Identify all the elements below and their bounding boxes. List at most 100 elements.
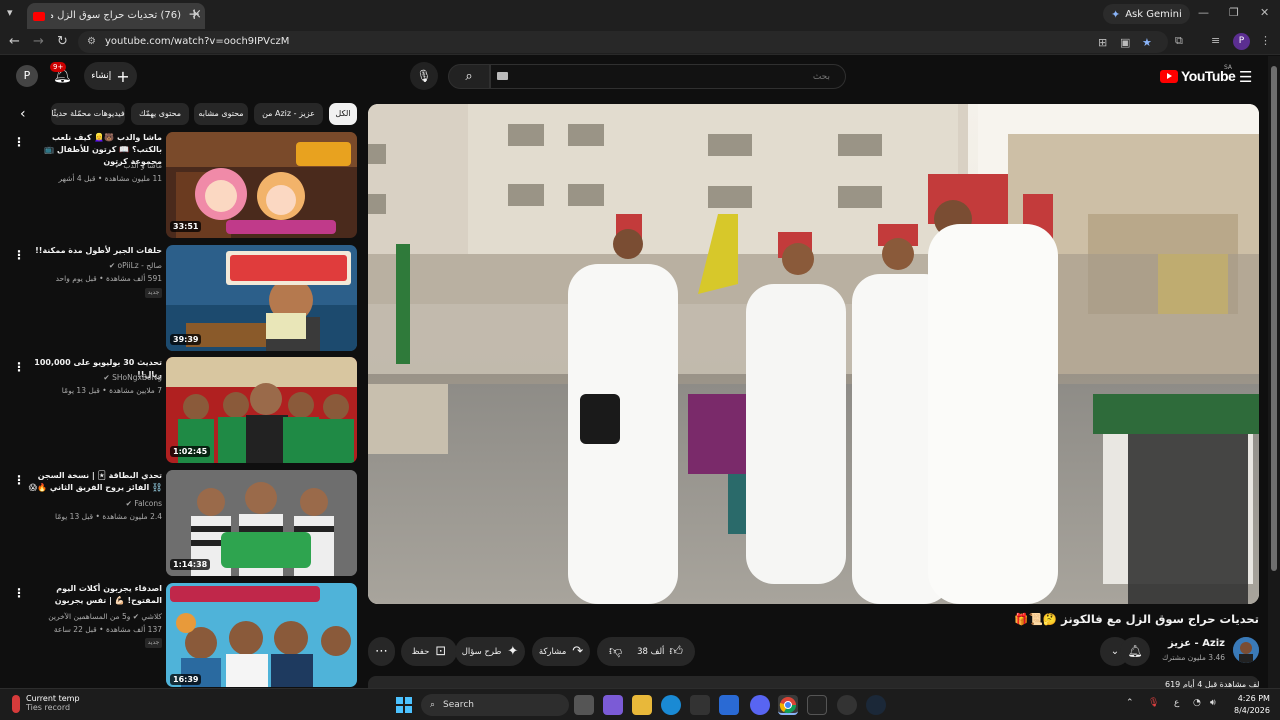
chip-all[interactable]: الكل xyxy=(329,103,357,125)
tab-search-icon[interactable]: ▾ xyxy=(7,6,13,19)
more-actions-icon[interactable]: ⋮ xyxy=(13,248,25,262)
search-icon: ⌕ xyxy=(465,69,473,84)
rec-title[interactable]: تحدي البطاقة 🃏 | نسخة السجن ⛓️ الفائز ير… xyxy=(26,470,162,494)
channel-name[interactable]: Aziz - عزيز xyxy=(1155,638,1225,649)
more-video-actions-button[interactable]: ⋯ xyxy=(368,637,395,666)
like-button[interactable]: 38 ألف 👍︎ xyxy=(637,644,683,659)
chip-for-you[interactable]: محتوى يهمّك xyxy=(131,103,189,125)
video-frame-market-scene xyxy=(368,104,1259,604)
guide-menu-icon[interactable]: ☰ xyxy=(1239,68,1252,86)
channel-avatar[interactable] xyxy=(1233,637,1259,663)
tab-title: (76) تحديات حراج سوق الزل مع فا xyxy=(51,10,181,21)
tray-overflow-icon[interactable]: ⌃ xyxy=(1126,698,1134,708)
recommendation-item[interactable]: ⋮ حلقات الجير لأطول مدة ممكنة!! صالح - o… xyxy=(0,245,360,351)
close-window-icon[interactable]: ✕ xyxy=(1260,6,1269,19)
store-icon[interactable] xyxy=(690,695,710,715)
scrollbar-thumb[interactable] xyxy=(1271,66,1277,571)
video-player[interactable] xyxy=(368,104,1259,604)
rec-channel[interactable]: صالح - oPiiLz ✔ xyxy=(26,261,162,270)
ask-button[interactable]: طرح سؤال ✦ xyxy=(455,637,525,666)
more-actions-icon[interactable]: ⋮ xyxy=(13,135,25,149)
windows-start-icon[interactable] xyxy=(394,695,414,715)
more-actions-icon[interactable]: ⋮ xyxy=(13,473,25,487)
volume-icon[interactable]: 🔊︎ xyxy=(1210,698,1216,708)
rec-title[interactable]: حلقات الجير لأطول مدة ممكنة!! xyxy=(26,245,162,257)
ask-label: طرح سؤال xyxy=(461,646,502,657)
chip-from-channel[interactable]: من Aziz - عزيز xyxy=(254,103,323,125)
more-actions-icon[interactable]: ⋮ xyxy=(13,586,25,600)
windows-taskbar: Current temp Ties record ⌕ Search ⌃ 🎙︎ ع… xyxy=(0,688,1280,720)
rec-title[interactable]: اصدقاء يجربون أكلات اليوم المفتوح! 💪🏻 | … xyxy=(26,583,162,607)
rec-duration: 39:39 xyxy=(170,334,202,345)
cast-icon[interactable]: ▣ xyxy=(1120,36,1130,49)
rec-channel[interactable]: SHoNgxBoNg ✔ xyxy=(26,373,162,382)
rec-thumbnail[interactable] xyxy=(166,583,357,687)
new-tab-icon[interactable]: + xyxy=(188,5,201,23)
search-icon: ⌕ xyxy=(430,700,436,710)
description-box[interactable]: 619 ألف مشاهدة قبل 4 أيام xyxy=(368,676,1259,688)
mic-in-use-icon[interactable]: 🎙︎ xyxy=(1148,698,1159,708)
save-button[interactable]: حفظ ⊡ xyxy=(401,637,457,666)
keyboard-icon[interactable] xyxy=(497,72,508,80)
task-view-icon[interactable] xyxy=(574,695,594,715)
browser-profile-avatar[interactable]: P xyxy=(1233,33,1250,50)
search-button[interactable]: ⌕ xyxy=(448,64,490,89)
recommendation-item[interactable]: ⋮ تحديث 30 بوليويو على 100,000 ريال!! SH… xyxy=(0,357,360,463)
recommendation-item[interactable]: ⋮ تحدي البطاقة 🃏 | نسخة السجن ⛓️ الفائز … xyxy=(0,470,360,576)
more-actions-icon[interactable]: ⋮ xyxy=(13,360,25,374)
description-views: 619 ألف مشاهدة قبل 4 أيام xyxy=(1165,680,1259,688)
rec-channel[interactable]: كلاشي ✔ و5 من المساهمين الآخرين xyxy=(26,612,162,621)
browser-tab[interactable]: (76) تحديات حراج سوق الزل مع فا × xyxy=(27,3,205,29)
taskbar-search-label: Search xyxy=(443,700,474,710)
bookmark-star-icon[interactable]: ★ xyxy=(1142,36,1152,49)
system-clock[interactable]: 4:26 PM 8/4/2026 xyxy=(1234,693,1270,717)
forward-icon[interactable]: → xyxy=(33,34,44,49)
chrome-icon[interactable] xyxy=(778,695,798,715)
url-text: youtube.com/watch?v=ooch9IPVczM xyxy=(105,36,290,47)
media-controls-icon[interactable]: ≡ xyxy=(1211,34,1220,47)
chip-related[interactable]: محتوى مشابه xyxy=(194,103,248,125)
address-bar[interactable]: ⚙ youtube.com/watch?v=ooch9IPVczM ⊞ ▣ ★ xyxy=(78,31,1168,53)
discord-icon[interactable] xyxy=(750,695,770,715)
page-scrollbar[interactable] xyxy=(1268,56,1280,688)
back-icon[interactable]: ← xyxy=(9,34,20,49)
voice-search-mic-icon[interactable]: 🎙︎ xyxy=(410,62,438,90)
youtube-logo[interactable]: YouTube SA xyxy=(1160,64,1236,84)
wifi-icon[interactable]: ◔ xyxy=(1193,698,1201,708)
edge-browser-icon[interactable] xyxy=(661,695,681,715)
taskbar-search-box[interactable]: ⌕ Search xyxy=(421,694,569,716)
browser-menu-icon[interactable]: ⋮ xyxy=(1260,34,1271,47)
steam-icon[interactable] xyxy=(866,695,886,715)
recommendation-item[interactable]: ⋮ ماشا والدب 🐻👱‍♀️ كيف نلعب بالكتب؟ 📖 كر… xyxy=(0,132,360,238)
rec-channel[interactable]: Falcons ✔ xyxy=(26,499,162,508)
plus-icon: + xyxy=(116,66,130,86)
obs-icon[interactable] xyxy=(837,695,857,715)
terminal-icon[interactable] xyxy=(807,695,827,715)
recommendation-item[interactable]: ⋮ اصدقاء يجربون أكلات اليوم المفتوح! 💪🏻 … xyxy=(0,583,360,689)
ask-gemini-button[interactable]: ✦ Ask Gemini xyxy=(1103,4,1190,24)
maximize-icon[interactable]: ❐ xyxy=(1229,6,1239,19)
account-avatar[interactable]: P xyxy=(16,65,38,87)
youtube-header: P 🔔︎ 9+ إنشاء + 🎙︎ ⌕ YouTube SA ☰ xyxy=(0,56,1268,98)
extensions-icon[interactable]: ⧉ xyxy=(1175,34,1183,48)
rec-channel[interactable]: ماشا و الدب ✔ xyxy=(26,161,162,170)
gemini-spark-icon: ✦ xyxy=(1111,7,1121,21)
minimize-icon[interactable]: — xyxy=(1198,6,1209,19)
create-button[interactable]: إنشاء + xyxy=(84,62,137,90)
chip-recently-uploaded[interactable]: فيديوهات محمّلة حديثًا xyxy=(51,103,125,125)
chips-scroll-left-icon[interactable]: ‹ xyxy=(20,106,26,122)
share-button[interactable]: مشاركة ↷ xyxy=(532,637,590,666)
subscribed-notifications-button[interactable]: 🔔︎ xyxy=(1120,637,1150,666)
input-language[interactable]: ع xyxy=(1174,698,1179,708)
weather-widget[interactable]: Current temp Ties record xyxy=(12,694,80,713)
translate-icon[interactable]: ⊞ xyxy=(1098,36,1107,49)
file-explorer-icon[interactable] xyxy=(632,695,652,715)
dislike-icon[interactable]: 👎︎ xyxy=(609,644,622,659)
site-info-icon[interactable]: ⚙ xyxy=(87,36,96,47)
clock-time: 4:26 PM xyxy=(1237,694,1270,703)
search-input[interactable] xyxy=(490,64,846,89)
mail-icon[interactable] xyxy=(719,695,739,715)
widgets-app-icon[interactable] xyxy=(603,695,623,715)
rec-meta: 137 ألف مشاهدة • قبل 22 ساعة xyxy=(53,625,162,634)
reload-icon[interactable]: ↻ xyxy=(57,34,68,49)
